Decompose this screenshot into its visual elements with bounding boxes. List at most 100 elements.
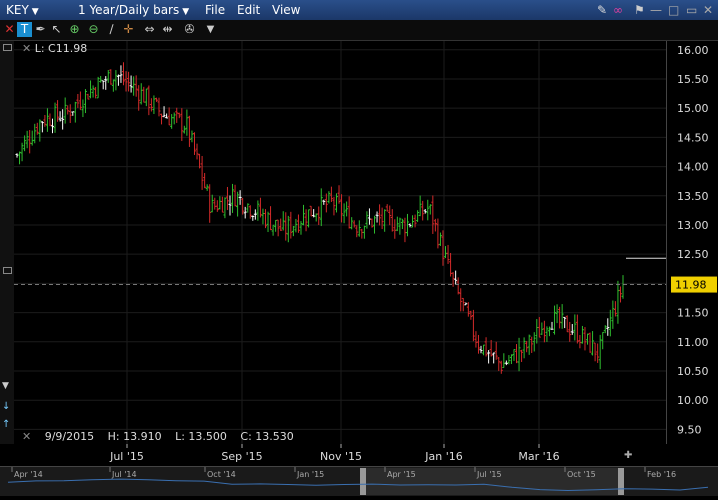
ohlc-bar <box>608 309 612 337</box>
minimize-button[interactable]: — <box>650 3 662 17</box>
ohlc-bar <box>185 109 189 136</box>
ohlc-bar <box>190 130 194 143</box>
ohlc-bar <box>147 85 151 116</box>
navigator-scroller[interactable]: Apr '14 Jul '14 Oct '14 Jan '15 Apr '15 Jul '… <box>0 466 718 496</box>
add-icon[interactable]: ✚ <box>624 450 632 461</box>
crosshair-icon[interactable]: ✛ <box>121 22 136 37</box>
ohlc-bar <box>520 349 524 362</box>
y-tick-label: 14.00 <box>677 161 709 174</box>
maximize-button[interactable]: □ <box>668 3 679 17</box>
ohlc-bar <box>274 219 278 232</box>
flag-icon[interactable]: ⚑ <box>634 3 645 17</box>
pan-icon[interactable]: ⇔ <box>142 22 157 37</box>
settings-icon[interactable]: ✇ <box>182 22 197 37</box>
ohlc-bar <box>362 225 366 239</box>
ohlc-bar <box>560 304 564 329</box>
cursor-icon[interactable]: ↖ <box>49 22 64 37</box>
ohlc-bar <box>337 185 341 204</box>
ohlc-bar <box>30 130 34 146</box>
y-tick-label: 13.00 <box>677 219 709 232</box>
link-icon[interactable]: ∞ <box>613 3 623 17</box>
ohlc-bar <box>96 76 100 99</box>
eyedropper-icon[interactable]: ∕ <box>104 22 119 37</box>
ohlc-bar <box>583 327 587 351</box>
date-axis-svg: Jul '15 Sep '15 Nov '15 Jan '16 Mar '16 <box>109 444 560 463</box>
ohlc-bar <box>515 344 519 364</box>
ohlc-bar <box>497 356 501 371</box>
zoom-in-icon[interactable]: ⊕ <box>67 22 82 37</box>
symbol-selector[interactable]: KEY ▼ <box>6 3 39 17</box>
ohlc-bar <box>111 79 115 92</box>
ohlc-bar <box>210 194 214 213</box>
price-chart[interactable] <box>14 41 666 444</box>
ohlc-bar <box>45 108 49 132</box>
ohlc-bar <box>104 76 108 90</box>
ohlc-bar <box>258 197 262 218</box>
ohlc-bar <box>395 216 399 232</box>
readout-date: 9/9/2015 <box>44 430 95 443</box>
y-tick-label: 15.50 <box>677 73 709 86</box>
ohlc-bar <box>345 201 349 217</box>
ohlc-bar <box>109 69 113 85</box>
ohlc-bar <box>139 83 143 105</box>
y-tick-label: 15.00 <box>677 102 709 115</box>
handle-icon[interactable] <box>3 267 12 274</box>
restore-button[interactable]: ▭ <box>686 3 697 17</box>
ohlc-bar <box>586 333 590 345</box>
fit-icon[interactable]: ⇹ <box>160 22 175 37</box>
ohlc-bar <box>553 305 557 335</box>
ohlc-bar <box>66 105 70 115</box>
ohlc-bar <box>570 324 574 335</box>
ohlc-bar <box>195 143 199 160</box>
chart-legend: ✕ L: C11.98 <box>22 42 87 55</box>
ohlc-bar <box>601 331 605 350</box>
arrow-down-icon[interactable]: ▼ <box>2 381 9 391</box>
period-selector[interactable]: 1 Year/Daily bars ▼ <box>78 3 189 17</box>
ohlc-bar <box>621 275 625 299</box>
x-tick-label: Mar '16 <box>518 450 559 463</box>
close-icon[interactable]: ✕ <box>22 430 31 443</box>
ohlc-bar <box>530 336 534 353</box>
ohlc-bar <box>276 219 280 237</box>
menu-file[interactable]: File <box>205 3 225 17</box>
close-button[interactable]: ✕ <box>703 3 713 17</box>
ohlc-bar <box>129 75 133 93</box>
ohlc-bar <box>160 113 164 125</box>
scroll-up-icon[interactable]: ↑ <box>2 419 10 430</box>
navigator-handle-left[interactable] <box>360 468 366 495</box>
ohlc-bar <box>431 195 435 234</box>
chevron-down-icon[interactable]: ▼ <box>203 22 218 37</box>
ohlc-bar <box>398 217 402 235</box>
menu-edit[interactable]: Edit <box>237 3 260 17</box>
ohlc-bar <box>89 80 93 99</box>
ohlc-bar <box>73 101 77 123</box>
navigator-svg: Apr '14 Jul '14 Oct '14 Jan '15 Apr '15 Jul '… <box>0 467 718 496</box>
ohlc-bar <box>580 325 584 344</box>
ohlc-bar <box>215 200 219 212</box>
ohlc-bar <box>542 320 546 343</box>
ohlc-bar <box>502 353 506 368</box>
left-scroll-strip[interactable]: ▼ ↓ ↑ <box>0 41 15 444</box>
ohlc-bar <box>246 203 250 213</box>
ohlc-bar <box>618 286 622 303</box>
navigator-handle-right[interactable] <box>618 468 624 495</box>
handle-icon[interactable] <box>3 44 12 51</box>
wrench-icon[interactable]: ✎ <box>597 3 607 17</box>
ohlc-bar <box>357 220 361 237</box>
date-axis: Jul '15 Sep '15 Nov '15 Jan '16 Mar '16 <box>0 444 718 466</box>
close-icon[interactable]: ✕ <box>22 42 31 55</box>
pen-icon[interactable]: ✒ <box>33 22 48 37</box>
ohlc-bar <box>187 115 191 147</box>
ohlc-bar <box>284 212 288 241</box>
ohlc-bar <box>231 183 235 213</box>
ohlc-bar <box>370 218 374 228</box>
close-icon[interactable]: ✕ <box>2 22 17 37</box>
menu-view[interactable]: View <box>272 3 300 17</box>
zoom-out-icon[interactable]: ⊖ <box>86 22 101 37</box>
ohlc-bar <box>616 280 620 324</box>
text-tool-icon[interactable]: T <box>17 22 32 37</box>
ohlc-bar <box>256 200 260 221</box>
ohlc-bar <box>61 109 65 130</box>
ohlc-bar <box>154 97 158 102</box>
scroll-down-icon[interactable]: ↓ <box>2 401 10 412</box>
